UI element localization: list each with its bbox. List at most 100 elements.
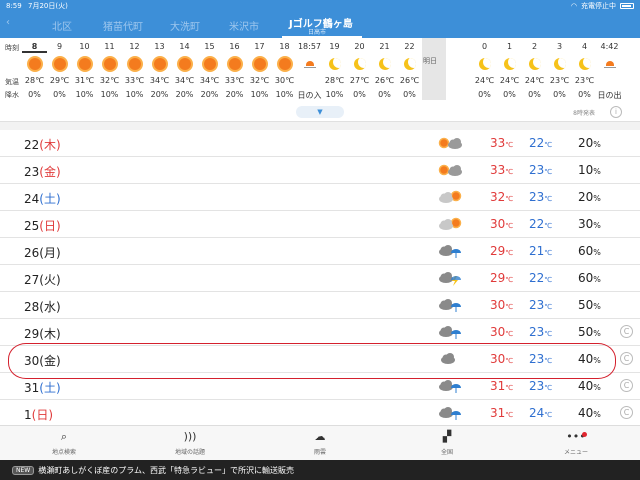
moon-icon <box>353 58 366 70</box>
tab-oarai[interactable]: 大洗町 <box>170 18 200 33</box>
hour-label: 0 <box>481 42 488 51</box>
high-temp: 29℃ <box>490 271 513 285</box>
hour-temp: 23℃ <box>549 76 570 85</box>
daily-row[interactable]: 25(日) 30℃ 22℃ 30% <box>0 211 640 238</box>
low-temp: 23℃ <box>529 379 552 393</box>
reliability-badge: C <box>620 325 633 338</box>
expand-button[interactable]: ▼ <box>296 106 344 118</box>
hour-label: 1 <box>506 42 513 51</box>
temp-unit: ℃ <box>505 141 514 149</box>
hour-weather <box>247 58 272 70</box>
sun-icon <box>128 58 141 70</box>
low-temp-value: 22 <box>529 136 545 150</box>
day-label: 31(土) <box>24 379 61 396</box>
temp-unit: ℃ <box>544 303 553 311</box>
daily-row[interactable]: 28(水) 30℃ 23℃ 50% <box>0 292 640 319</box>
hour-weather <box>197 58 222 70</box>
hour-rain: 0% <box>53 90 66 99</box>
nav-local-topics[interactable]: ))) 地域の話題 <box>160 430 220 456</box>
hour-temp: 34℃ <box>174 76 195 85</box>
hour-temp: 34℃ <box>199 76 220 85</box>
hour-label: 21 <box>379 42 390 51</box>
daily-row[interactable]: 27(火) 29℃ 22℃ 60% <box>0 265 640 292</box>
tab-inawashiro[interactable]: 猪苗代町 <box>103 18 143 33</box>
rain-probability-value: 50 <box>578 325 594 339</box>
nav-nationwide[interactable]: ▞ 全国 <box>417 430 477 456</box>
weekday: (土) <box>39 192 61 206</box>
hour-temp: 33℃ <box>124 76 145 85</box>
rain-probability: 40% <box>578 406 601 420</box>
weekday: (日) <box>31 408 54 422</box>
hour-rain: 0% <box>528 90 541 99</box>
hour-label: 14 <box>179 42 190 51</box>
daily-forecast: 22(木) 33℃ 22℃ 20% 23(金) 33℃ 23℃ 10% 24(土) 32℃ 23℃ 2… <box>0 130 640 427</box>
hour-weather <box>497 58 522 70</box>
high-temp-value: 30 <box>490 325 506 339</box>
hour-rain: 0% <box>378 90 391 99</box>
day-label: 28(水) <box>24 298 61 315</box>
wifi-icon: ◠ <box>570 2 577 10</box>
hour-rain: 0% <box>478 90 491 99</box>
high-temp: 30℃ <box>490 298 513 312</box>
day-number: 24 <box>24 192 40 206</box>
hour-temp: 31℃ <box>74 76 95 85</box>
daily-row[interactable]: 24(土) 32℃ 23℃ 20% <box>0 184 640 211</box>
low-temp: 23℃ <box>529 325 552 339</box>
hour-temp: 32℃ <box>99 76 120 85</box>
temp-unit: ℃ <box>544 141 553 149</box>
hour-rain: 0% <box>28 90 41 99</box>
rain-probability: 50% <box>578 298 601 312</box>
cloud-umbrella-icon <box>439 326 461 339</box>
news-ticker[interactable]: NEW 横瀬町あしがくぼ産のプラム、西武「特急ラビュー」で所沢に輸送販売 <box>0 460 640 480</box>
percent-unit: % <box>593 248 601 257</box>
hour-rain: 10% <box>325 90 344 99</box>
nav-menu[interactable]: ••• メニュー <box>546 430 606 456</box>
hour-label: 2 <box>531 42 538 51</box>
day-number: 29 <box>24 327 40 341</box>
rain-probability-value: 10 <box>578 163 594 177</box>
row-label-rain: 降水 <box>5 91 19 99</box>
temp-unit: ℃ <box>544 411 553 419</box>
sun-cloud-icon <box>438 164 462 176</box>
sun-icon <box>203 58 216 70</box>
rain-probability: 40% <box>578 379 601 393</box>
low-temp: 23℃ <box>529 190 552 204</box>
hour-label: 17 <box>254 42 265 51</box>
info-icon[interactable]: i <box>610 106 622 118</box>
hour-rain: 0% <box>403 90 416 99</box>
nav-rain-cloud[interactable]: ☁ 雨雲 <box>290 430 350 456</box>
announce-time: 8時発表 <box>573 110 595 117</box>
day-number: 31 <box>24 381 40 395</box>
temp-unit: ℃ <box>505 276 514 284</box>
hour-rain: 10% <box>250 90 269 99</box>
back-icon[interactable]: ‹ <box>6 17 10 28</box>
hour-label: 11 <box>104 42 115 51</box>
low-temp-value: 23 <box>529 163 545 177</box>
nav-search[interactable]: ⌕ 地点検索 <box>34 430 94 456</box>
sunset-icon <box>303 58 316 70</box>
high-temp-value: 31 <box>490 379 506 393</box>
sun-icon <box>103 58 116 70</box>
daily-row[interactable]: 22(木) 33℃ 22℃ 20% <box>0 130 640 157</box>
daily-row[interactable]: 29(木) 30℃ 23℃ 50% C <box>0 319 640 346</box>
cloud-umbrella-icon <box>439 245 461 258</box>
hour-label: 18 <box>279 42 290 51</box>
hour-rain: 0% <box>503 90 516 99</box>
daily-row[interactable]: 1(日) 31℃ 24℃ 40% C <box>0 400 640 427</box>
rain-probability: 30% <box>578 217 601 231</box>
hour-label: 16 <box>229 42 240 51</box>
low-temp-value: 22 <box>529 271 545 285</box>
hour-label: 13 <box>154 42 165 51</box>
day-number: 26 <box>24 246 40 260</box>
hour-label: 4 <box>581 42 588 51</box>
hour-weather <box>572 58 597 70</box>
high-temp-value: 32 <box>490 190 506 204</box>
weekday: (木) <box>39 327 61 341</box>
high-temp: 30℃ <box>490 217 513 231</box>
daily-row[interactable]: 23(金) 33℃ 23℃ 10% <box>0 157 640 184</box>
tab-yonezawa[interactable]: 米沢市 <box>229 18 259 33</box>
tab-kitaku[interactable]: 北区 <box>52 18 72 33</box>
tomorrow-label: 明日 <box>423 57 437 65</box>
day-label: 1(日) <box>24 406 53 423</box>
daily-row[interactable]: 26(月) 29℃ 21℃ 60% <box>0 238 640 265</box>
